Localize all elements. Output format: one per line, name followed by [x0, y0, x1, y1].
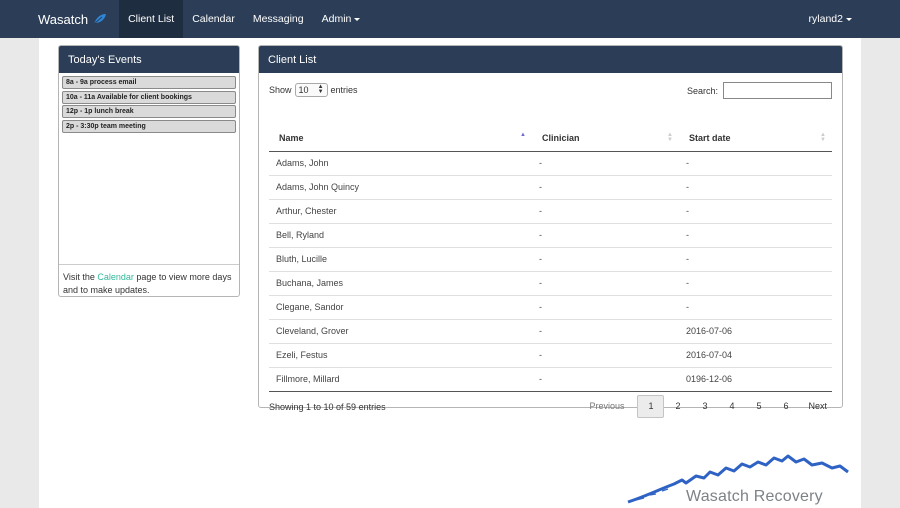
nav-messaging-label: Messaging [252, 13, 304, 25]
cell-start-date: 0196-12-06 [679, 366, 832, 391]
table-row[interactable]: Adams, John - - [269, 151, 832, 175]
pagination: Previous 1 2 3 4 5 6 Next [584, 394, 832, 418]
cell-name: Adams, John [276, 158, 329, 168]
pagination-page-5[interactable]: 5 [745, 395, 772, 418]
column-header-label: Name [279, 132, 304, 143]
cell-clinician: - [532, 270, 679, 295]
pagination-next[interactable]: Next [803, 395, 832, 418]
cell-clinician: - [532, 198, 679, 223]
table-row[interactable]: Ezeli, Festus -2016-07-04 [269, 342, 832, 367]
brand[interactable]: Wasatch [0, 0, 119, 38]
footer-text-pre: Visit the [63, 272, 98, 282]
pagination-previous[interactable]: Previous [584, 395, 629, 418]
user-menu[interactable]: ryland2 [800, 0, 900, 38]
brand-name: Wasatch [38, 11, 89, 27]
cell-clinician: - [532, 294, 679, 319]
event-item[interactable]: 12p - 1p lunch break [62, 105, 236, 118]
nav-calendar-label: Calendar [192, 13, 235, 25]
column-header-start-date[interactable]: Start date ▲ ▼ [679, 125, 832, 152]
column-header-label: Start date [689, 132, 731, 143]
cell-name: Ezeli, Festus [269, 342, 532, 367]
user-name: ryland2 [808, 13, 843, 25]
logo-text: Wasatch Recovery [686, 488, 823, 505]
cell-name: Fillmore, Millard [269, 366, 532, 391]
cell-clinician: - [532, 222, 679, 247]
event-item[interactable]: 10a - 11a Available for client bookings [62, 90, 236, 104]
column-header-clinician[interactable]: Clinician ▲ ▼ [532, 125, 679, 152]
events-footer-text: Visit the Calendar page to view more day… [59, 265, 239, 303]
cell-start-date: - [679, 270, 832, 295]
event-item[interactable]: 8a - 9a process email [62, 76, 236, 89]
leaf-icon [93, 14, 107, 25]
todays-events-panel: Today's Events 8a - 9a process email 10a… [58, 45, 240, 297]
table-row[interactable]: Buchana, James - - [269, 270, 832, 295]
pagination-page-2[interactable]: 2 [664, 395, 691, 418]
pagination-page-4[interactable]: 4 [718, 395, 745, 418]
cell-start-date: - [679, 198, 832, 223]
table-row[interactable]: Cleveland, Grover -2016-07-06 [269, 318, 832, 343]
nav-messaging[interactable]: Messaging [244, 0, 313, 38]
table-row[interactable]: Adams, John Quincy - - [269, 174, 832, 199]
search-label: Search: [686, 85, 718, 96]
table-row[interactable]: Bell, Ryland - - [269, 222, 832, 247]
cell-name: Buchana, James [269, 270, 532, 295]
sort-ascending-icon: ▲ [520, 132, 526, 138]
entries-select[interactable]: 10 ▲ ▼ [294, 83, 328, 97]
cell-name: Cleveland, Grover [269, 318, 532, 343]
client-table: Name ▲ Clinician ▲ ▼ Start date ▲ ▼ Adam… [269, 125, 832, 392]
cell-start-date: - [686, 158, 689, 168]
calendar-link[interactable]: Calendar [97, 272, 134, 282]
table-row[interactable]: Clegane, Sandor - - [269, 294, 832, 319]
caret-down-icon [846, 17, 852, 21]
nav-admin-label: Admin [321, 13, 352, 25]
select-arrows-icon: ▲ ▼ [317, 84, 324, 95]
cell-start-date: - [679, 222, 832, 247]
cell-start-date: - [679, 246, 832, 271]
cell-name: Bell, Ryland [269, 222, 532, 247]
search-input[interactable] [723, 82, 832, 99]
table-row[interactable]: Arthur, Chester - - [269, 198, 832, 223]
entries-value: 10 [298, 85, 309, 95]
sort-icon: ▲ ▼ [820, 132, 826, 143]
pagination-page-6[interactable]: 6 [772, 395, 799, 418]
client-list-panel: Client List Show 10 ▲▼ entries Search: [258, 45, 843, 418]
cell-name: Arthur, Chester [269, 198, 532, 223]
caret-down-icon [354, 17, 361, 21]
table-row[interactable]: Fillmore, Millard -0196-12-06 [269, 366, 832, 391]
column-header-name[interactable]: Name ▲ [269, 125, 532, 152]
cell-clinician: - [532, 174, 679, 199]
nav-admin-dropdown[interactable]: Admin [313, 0, 370, 38]
event-item[interactable]: 2p - 3:30p team meeting [62, 119, 236, 133]
nav-calendar[interactable]: Calendar [183, 0, 244, 38]
search-control: Search: [687, 82, 832, 99]
cell-clinician: - [532, 342, 679, 367]
cell-clinician: - [532, 318, 679, 343]
cell-name: Bluth, Lucille [269, 246, 532, 271]
show-label: Show [269, 85, 292, 95]
page-content: Today's Events 8a - 9a process email 10a… [39, 38, 861, 508]
nav-client-list-label: Client List [128, 13, 175, 25]
entries-length-control: Show 10 ▲ ▼ entries [269, 83, 358, 97]
cell-name: Clegane, Sandor [269, 294, 532, 319]
events-panel-title: Today's Events [59, 46, 239, 73]
pagination-page-3[interactable]: 3 [691, 395, 718, 418]
nav-client-list[interactable]: Client List [119, 0, 184, 38]
sort-icon: ▲ ▼ [667, 132, 673, 143]
cell-name: Adams, John Quincy [269, 174, 532, 199]
cell-start-date: - [679, 294, 832, 319]
cell-clinician: - [532, 366, 679, 391]
cell-start-date: - [679, 174, 832, 199]
cell-start-date: 2016-07-04 [679, 342, 832, 367]
cell-clinician: - [532, 246, 679, 271]
table-info: Showing 1 to 10 of 59 entries [269, 401, 386, 412]
pagination-page-1[interactable]: 1 [637, 394, 665, 418]
client-panel-title: Client List [259, 46, 842, 73]
column-header-label: Clinician [542, 132, 580, 143]
cell-start-date: 2016-07-06 [679, 318, 832, 343]
entries-label: entries [330, 85, 358, 95]
cell-clinician: - [539, 158, 542, 168]
table-row[interactable]: Bluth, Lucille - - [269, 246, 832, 271]
navbar: Wasatch Client List Calendar Messaging A… [0, 0, 900, 38]
events-list: 8a - 9a process email 10a - 11a Availabl… [59, 73, 239, 265]
